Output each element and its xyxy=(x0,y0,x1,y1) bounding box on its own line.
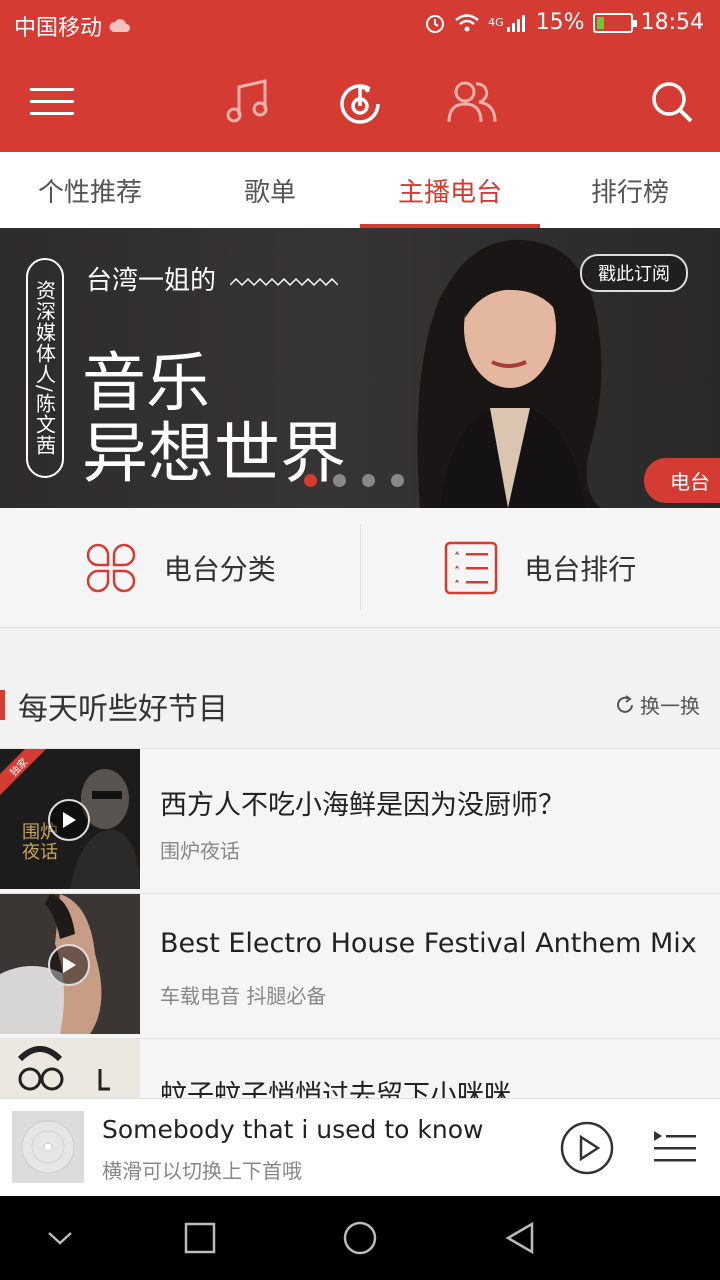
radio-category-button[interactable]: 电台分类 xyxy=(0,508,360,627)
banner-subtitle-text: 台湾一姐的 xyxy=(86,266,217,296)
search-button[interactable] xyxy=(642,72,702,132)
section-accent-bar xyxy=(0,690,5,720)
carousel-dot xyxy=(391,474,404,487)
menu-icon xyxy=(30,88,74,115)
status-bar: 中国移动 4G 15% 18:54 xyxy=(0,0,720,50)
radio-badge: 电台 xyxy=(644,458,720,503)
program-title: Best Electro House Festival Anthem Mix xyxy=(160,928,697,959)
mini-player[interactable]: Somebody that i used to know 横滑可以切换上下首哦 xyxy=(0,1098,720,1196)
tab-bar: 个性推荐 歌单 主播电台 排行榜 xyxy=(0,152,720,228)
refresh-button[interactable]: 换一换 xyxy=(614,690,700,719)
back-triangle-icon xyxy=(505,1221,534,1255)
tab-playlists[interactable]: 歌单 xyxy=(180,152,360,228)
carousel-dot xyxy=(362,474,375,487)
list-item[interactable]: Best Electro House Festival Anthem Mix 车… xyxy=(0,893,720,1038)
play-icon xyxy=(63,957,76,973)
recents-square-icon xyxy=(184,1222,216,1254)
tab-radio[interactable]: 主播电台 xyxy=(360,152,540,228)
discover-button[interactable] xyxy=(330,72,390,132)
category-icon xyxy=(86,543,135,592)
refresh-label: 换一换 xyxy=(640,694,700,718)
tab-recommend[interactable]: 个性推荐 xyxy=(0,152,180,228)
app-bar xyxy=(0,50,720,152)
play-overlay-button[interactable] xyxy=(48,944,90,986)
wifi-icon xyxy=(455,13,479,31)
banner[interactable]: 资深媒体人/陈文茜 台湾一姐的 音乐 异想世界 戳此订阅 电台 xyxy=(0,228,720,508)
system-nav-bar xyxy=(0,1196,720,1280)
status-right: 4G 15% 18:54 xyxy=(424,10,704,35)
music-note-icon xyxy=(226,79,268,123)
network-label: 4G xyxy=(488,16,504,29)
ranking-list-icon xyxy=(444,541,498,594)
radio-ranking-label: 电台排行 xyxy=(524,552,637,586)
section-header: 每天听些好节目 换一换 xyxy=(0,676,720,736)
list-item[interactable]: 独家 围炉夜话 西方人不吃小海鲜是因为没厨师？ 围炉夜话 xyxy=(0,748,720,893)
friends-icon xyxy=(447,81,497,123)
home-circle-icon xyxy=(343,1221,377,1255)
play-icon xyxy=(63,812,76,828)
tab-charts[interactable]: 排行榜 xyxy=(540,152,720,228)
cloud-icon xyxy=(109,19,131,32)
signal-icon xyxy=(506,14,525,32)
program-thumbnail xyxy=(0,894,140,1034)
carousel-dot xyxy=(304,474,317,487)
radio-entry-row: 电台分类 电台排行 xyxy=(0,508,720,628)
wave-decoration-icon xyxy=(229,277,339,287)
program-title: 西方人不吃小海鲜是因为没厨师？ xyxy=(160,790,565,821)
my-music-button[interactable] xyxy=(218,72,278,132)
now-playing-title: Somebody that i used to know xyxy=(102,1115,484,1144)
status-left: 中国移动 xyxy=(14,10,132,42)
play-overlay-button[interactable] xyxy=(48,799,90,841)
radio-category-label: 电台分类 xyxy=(163,552,276,586)
radio-ranking-button[interactable]: 电台排行 xyxy=(361,508,720,627)
subscribe-button[interactable]: 戳此订阅 xyxy=(580,254,688,292)
program-subtitle: 车载电音 抖腿必备 xyxy=(160,984,327,1008)
battery-percent: 15% xyxy=(535,10,585,35)
friends-button[interactable] xyxy=(442,72,502,132)
nav-collapse-button[interactable] xyxy=(38,1216,82,1260)
search-icon xyxy=(652,82,693,123)
program-subtitle: 围炉夜话 xyxy=(160,839,240,863)
section-title: 每天听些好节目 xyxy=(18,692,228,727)
carousel-dot xyxy=(333,474,346,487)
chevron-down-icon xyxy=(48,1232,72,1245)
now-playing-hint: 横滑可以切换上下首哦 xyxy=(102,1159,302,1183)
clock: 18:54 xyxy=(640,10,704,35)
disc-icon xyxy=(21,1120,75,1174)
carousel-indicator xyxy=(304,474,404,487)
battery-icon xyxy=(592,12,637,33)
banner-vertical-tag: 资深媒体人/陈文茜 xyxy=(26,258,64,478)
play-button[interactable] xyxy=(560,1121,614,1175)
nav-home-button[interactable] xyxy=(338,1216,382,1260)
netease-logo-icon xyxy=(340,84,380,124)
album-cover xyxy=(12,1111,84,1183)
menu-button[interactable] xyxy=(22,72,82,132)
program-thumbnail: 独家 围炉夜话 xyxy=(0,749,140,889)
nav-recents-button[interactable] xyxy=(178,1216,222,1260)
carrier-label: 中国移动 xyxy=(14,16,103,41)
banner-subtitle: 台湾一姐的 xyxy=(86,260,339,297)
playlist-button[interactable] xyxy=(652,1127,696,1167)
nav-back-button[interactable] xyxy=(498,1216,542,1260)
refresh-icon xyxy=(617,694,633,713)
alarm-icon xyxy=(426,14,445,33)
